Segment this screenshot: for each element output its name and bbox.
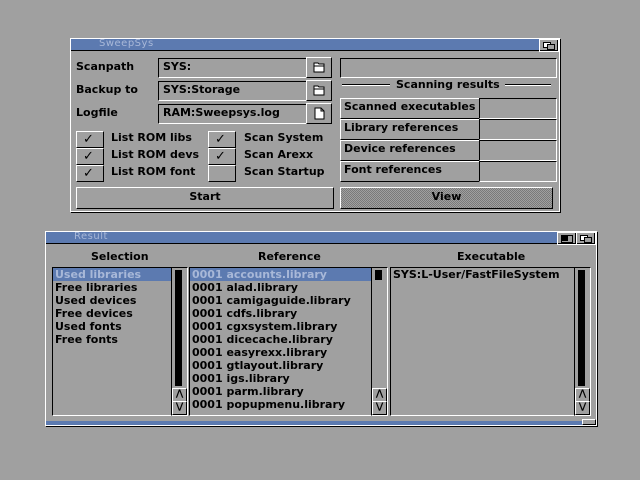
scanpath-field[interactable]: SYS: [158,58,307,78]
selection-list-item[interactable]: Free libraries [53,281,171,294]
checkmark-icon: ✓ [215,149,226,164]
scanpath-file-button[interactable] [306,57,332,78]
reference-scroll-thumb[interactable] [375,270,382,280]
scanning-results-heading: Scanning results [396,78,500,91]
list-rom-libs-checkbox[interactable]: ✓ [76,131,104,148]
arrow-down-icon[interactable]: ⋁ [172,401,187,415]
checkmark-icon: ✓ [83,132,94,147]
depth-gadget-icon[interactable] [539,39,559,52]
library-references-label: Library references [340,119,480,140]
reference-list-item[interactable]: 0001 cgxsystem.library [190,320,371,333]
arrow-down-icon[interactable]: ⋁ [372,401,387,415]
arrow-up-icon[interactable]: ⋀ [575,388,590,402]
backup-file-button[interactable] [306,80,332,101]
reference-list-item[interactable]: 0001 dicecache.library [190,333,371,346]
reference-column-header: Reference [258,250,321,263]
sweepsys-title: SweepSys [99,38,154,49]
reference-list-item[interactable]: 0001 camigaguide.library [190,294,371,307]
selection-list-item[interactable]: Used libraries [53,268,171,281]
logfile-file-button[interactable] [306,103,332,124]
arrow-up-icon[interactable]: ⋀ [172,388,187,402]
list-rom-font-label: List ROM font [111,165,196,178]
scanned-executables-label: Scanned executables [340,98,480,119]
zoom-gadget-icon[interactable] [557,232,577,245]
list-rom-devs-label: List ROM devs [111,148,200,161]
backup-label: Backup to [76,83,138,96]
checkmark-icon: ✓ [83,166,94,181]
font-references-value [479,161,557,182]
reference-list-item[interactable]: 0001 accounts.library [190,268,371,281]
reference-list-item[interactable]: 0001 cdfs.library [190,307,371,320]
device-references-value [479,140,557,161]
scanpath-label: Scanpath [76,60,135,73]
selection-column-header: Selection [91,250,149,263]
view-button[interactable]: View [340,187,553,209]
scan-arexx-label: Scan Arexx [244,148,314,161]
scan-startup-checkbox[interactable] [208,165,236,182]
checkmark-icon: ✓ [83,149,94,164]
list-rom-libs-label: List ROM libs [111,131,192,144]
reference-list-item[interactable]: 0001 alad.library [190,281,371,294]
scan-system-checkbox[interactable]: ✓ [208,131,236,148]
arrow-down-icon[interactable]: ⋁ [575,401,590,415]
reference-list[interactable]: 0001 accounts.library 0001 alad.library 00… [189,267,372,416]
reference-list-item[interactable]: 0001 gtlayout.library [190,359,371,372]
file-icon [314,107,325,120]
device-references-label: Device references [340,140,480,161]
logfile-label: Logfile [76,106,118,119]
backup-field[interactable]: SYS:Storage [158,81,307,101]
scan-startup-label: Scan Startup [244,165,325,178]
result-window: Result Selection Reference Executable Us… [45,231,597,426]
file-requester-icon [313,62,325,73]
reference-list-item[interactable]: 0001 popupmenu.library [190,398,371,411]
executable-column-header: Executable [457,250,526,263]
arrow-up-icon[interactable]: ⋀ [372,388,387,402]
reference-list-item[interactable]: 0001 easyrexx.library [190,346,371,359]
selection-list-item[interactable]: Free devices [53,307,171,320]
reference-scrollbar[interactable]: ⋀ ⋁ [371,267,388,416]
executable-list[interactable]: SYS:L-User/FastFileSystem [390,267,575,416]
list-rom-devs-checkbox[interactable]: ✓ [76,148,104,165]
sweepsys-titlebar[interactable]: SweepSys [71,38,559,52]
selection-list-item[interactable]: Used devices [53,294,171,307]
selection-list-item[interactable]: Used fonts [53,320,171,333]
result-titlebar[interactable]: Result [46,231,596,245]
selection-list[interactable]: Used libraries Free libraries Used devices… [52,267,172,416]
results-separator-right [505,84,551,86]
font-references-label: Font references [340,161,480,182]
size-gadget-icon[interactable] [582,419,596,425]
logfile-field[interactable]: RAM:Sweepsys.log [158,104,307,124]
scan-arexx-checkbox[interactable]: ✓ [208,148,236,165]
depth-gadget-icon[interactable] [576,232,596,245]
list-rom-font-checkbox[interactable]: ✓ [76,165,104,182]
results-separator-left [342,84,390,86]
reference-list-item[interactable]: 0001 parm.library [190,385,371,398]
selection-scroll-track[interactable] [175,270,182,386]
selection-list-item[interactable]: Free fonts [53,333,171,346]
result-bottom-border [46,421,596,425]
checkmark-icon: ✓ [215,132,226,147]
status-display [340,58,557,78]
executable-scrollbar[interactable]: ⋀ ⋁ [574,267,591,416]
sweepsys-window: SweepSys Scanpath SYS: Backup to SYS:Sto… [70,38,560,212]
selection-scrollbar[interactable]: ⋀ ⋁ [171,267,188,416]
reference-list-item[interactable]: 0001 igs.library [190,372,371,385]
executable-list-item[interactable]: SYS:L-User/FastFileSystem [391,268,574,281]
scan-system-label: Scan System [244,131,324,144]
scanned-executables-value [479,98,557,119]
start-button[interactable]: Start [76,187,334,209]
file-requester-icon [313,85,325,96]
result-title: Result [74,231,108,242]
executable-scroll-track[interactable] [578,270,585,386]
library-references-value [479,119,557,140]
